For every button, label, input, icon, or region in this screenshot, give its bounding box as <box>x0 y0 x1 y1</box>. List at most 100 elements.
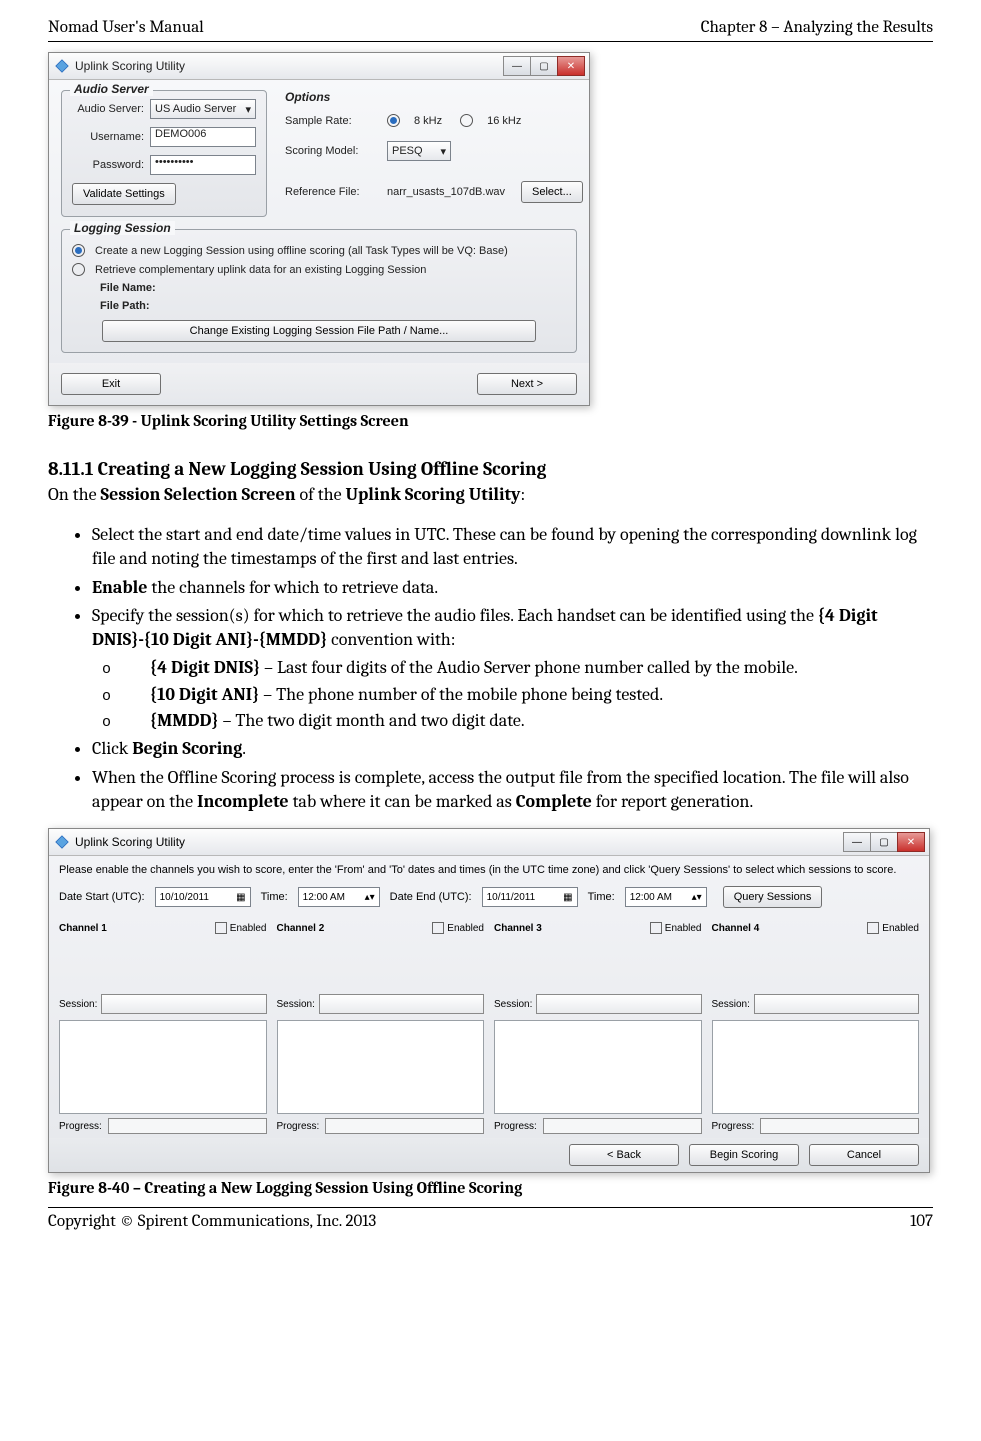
session-listbox[interactable] <box>494 1020 702 1114</box>
channel-3: Channel 3Enabled Session: Progress: <box>494 922 702 1134</box>
close-button[interactable]: ✕ <box>897 832 925 852</box>
channel-1: Channel 1 Enabled Session: Progress: <box>59 922 267 1134</box>
audio-server-legend: Audio Server <box>70 82 153 96</box>
scoring-model-select[interactable]: PESQ ▾ <box>387 141 451 161</box>
audio-server-group: Audio Server Audio Server: US Audio Serv… <box>61 90 267 217</box>
radio-retrieve-data-label: Retrieve complementary uplink data for a… <box>95 264 426 276</box>
minimize-button[interactable]: — <box>843 832 871 852</box>
figure-1-caption: Figure 8-39 - Uplink Scoring Utility Set… <box>48 412 933 430</box>
progress-label: Progress: <box>494 1121 537 1132</box>
session-label: Session: <box>59 999 97 1010</box>
time-start-label: Time: <box>261 891 288 903</box>
enabled-label: Enabled <box>230 923 267 934</box>
radio-16khz[interactable] <box>460 114 473 127</box>
section-heading: 8.11.1 Creating a New Logging Session Us… <box>48 458 933 480</box>
list-item: {MMDD} – The two digit month and two dig… <box>126 709 933 733</box>
back-button[interactable]: < Back <box>569 1144 679 1166</box>
reference-file-value: narr_usasts_107dB.wav <box>387 186 505 198</box>
session-listbox[interactable] <box>712 1020 920 1114</box>
progress-bar <box>325 1118 484 1134</box>
radio-8khz-label: 8 kHz <box>414 115 442 127</box>
scoring-model-label: Scoring Model: <box>285 145 377 157</box>
list-item: {10 Digit ANI} – The phone number of the… <box>126 683 933 707</box>
session-select[interactable] <box>319 994 484 1014</box>
list-item: {4 Digit DNIS} – Last four digits of the… <box>126 656 933 680</box>
radio-create-session[interactable] <box>72 244 85 257</box>
radio-retrieve-data[interactable] <box>72 263 85 276</box>
footer-rule <box>48 1207 933 1208</box>
radio-16khz-label: 16 kHz <box>487 115 521 127</box>
reference-file-label: Reference File: <box>285 186 377 198</box>
enabled-label: Enabled <box>665 923 702 934</box>
channel-4: Channel 4Enabled Session: Progress: <box>712 922 920 1134</box>
spinner-icon: ▴▾ <box>365 892 375 903</box>
list-item: Specify the session(s) for which to retr… <box>92 604 933 733</box>
channel-1-label: Channel 1 <box>59 923 107 934</box>
audio-server-select[interactable]: US Audio Server▾ <box>150 99 256 119</box>
list-item: Enable the channels for which to retriev… <box>92 576 933 600</box>
scoring-model-value: PESQ <box>392 145 423 157</box>
maximize-button[interactable]: ▢ <box>530 56 558 76</box>
exit-button[interactable]: Exit <box>61 373 161 395</box>
username-label: Username: <box>72 131 144 143</box>
session-label: Session: <box>712 999 750 1010</box>
date-end-input[interactable]: 10/11/2011▦ <box>482 887 578 907</box>
query-sessions-button[interactable]: Query Sessions <box>723 886 823 908</box>
progress-bar <box>108 1118 267 1134</box>
channel-3-enabled-checkbox[interactable] <box>650 922 662 934</box>
channel-1-enabled-checkbox[interactable] <box>215 922 227 934</box>
screenshot-uplink-settings: Uplink Scoring Utility — ▢ ✕ Audio Serve… <box>48 52 590 406</box>
time-start-input[interactable]: 12:00 AM▴▾ <box>298 887 380 907</box>
time-end-input[interactable]: 12:00 AM▴▾ <box>625 887 707 907</box>
close-button[interactable]: ✕ <box>557 56 585 76</box>
time-end-label: Time: <box>588 891 615 903</box>
channel-2-enabled-checkbox[interactable] <box>432 922 444 934</box>
chevron-down-icon: ▾ <box>440 145 446 158</box>
password-label: Password: <box>72 159 144 171</box>
section-intro: On the Session Selection Screen of the U… <box>48 484 933 505</box>
channel-2-label: Channel 2 <box>277 923 325 934</box>
calendar-icon: ▦ <box>236 892 245 903</box>
date-start-label: Date Start (UTC): <box>59 891 145 903</box>
session-select[interactable] <box>101 994 266 1014</box>
channel-4-enabled-checkbox[interactable] <box>867 922 879 934</box>
date-start-input[interactable]: 10/10/2011▦ <box>155 887 251 907</box>
validate-settings-button[interactable]: Validate Settings <box>72 183 176 205</box>
file-name-label: File Name: <box>100 282 168 294</box>
calendar-icon: ▦ <box>563 892 572 903</box>
window-titlebar: Uplink Scoring Utility — ▢ ✕ <box>49 53 589 80</box>
logging-session-group: Logging Session Create a new Logging Ses… <box>61 229 577 353</box>
list-item: Select the start and end date/time value… <box>92 523 933 572</box>
minimize-button[interactable]: — <box>503 56 531 76</box>
session-select[interactable] <box>536 994 701 1014</box>
audio-server-value: US Audio Server <box>155 103 236 115</box>
spinner-icon: ▴▾ <box>692 892 702 903</box>
app-icon <box>55 59 69 73</box>
progress-label: Progress: <box>277 1121 320 1132</box>
header-right: Chapter 8 – Analyzing the Results <box>701 18 933 37</box>
progress-bar <box>760 1118 919 1134</box>
enabled-label: Enabled <box>882 923 919 934</box>
channel-4-label: Channel 4 <box>712 923 760 934</box>
list-item: When the Offline Scoring process is comp… <box>92 766 933 815</box>
select-file-button[interactable]: Select... <box>521 181 583 203</box>
cancel-button[interactable]: Cancel <box>809 1144 919 1166</box>
radio-8khz[interactable] <box>387 114 400 127</box>
footer-left: Copyright © Spirent Communications, Inc.… <box>48 1212 376 1231</box>
change-path-button[interactable]: Change Existing Logging Session File Pat… <box>102 320 537 342</box>
maximize-button[interactable]: ▢ <box>870 832 898 852</box>
header-rule <box>48 41 933 42</box>
password-input[interactable]: •••••••••• <box>150 155 256 175</box>
radio-create-session-label: Create a new Logging Session using offli… <box>95 245 508 257</box>
begin-scoring-button[interactable]: Begin Scoring <box>689 1144 799 1166</box>
session-listbox[interactable] <box>277 1020 485 1114</box>
next-button[interactable]: Next > <box>477 373 577 395</box>
username-input[interactable]: DEMO006 <box>150 127 256 147</box>
instruction-text: Please enable the channels you wish to s… <box>59 864 919 876</box>
progress-label: Progress: <box>59 1121 102 1132</box>
session-select[interactable] <box>754 994 919 1014</box>
channel-2: Channel 2Enabled Session: Progress: <box>277 922 485 1134</box>
window-title: Uplink Scoring Utility <box>75 835 844 849</box>
session-listbox[interactable] <box>59 1020 267 1114</box>
logging-session-legend: Logging Session <box>70 221 175 235</box>
